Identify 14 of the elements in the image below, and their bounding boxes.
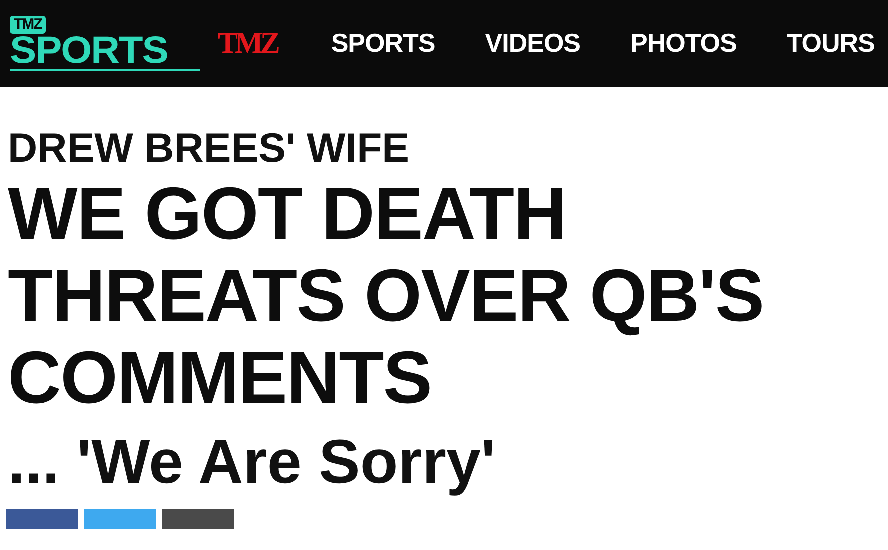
nav-link[interactable]: VIDEOS (485, 28, 581, 59)
nav-link[interactable]: PHOTOS (630, 28, 737, 59)
share-button[interactable] (162, 509, 234, 529)
logo-name: SPORTS (10, 34, 168, 68)
nav-link[interactable]: SPORTS (331, 28, 436, 59)
site-logo[interactable]: TMZ SPORTS (10, 16, 200, 71)
article-subhead: ... 'We Are Sorry' (8, 427, 497, 499)
nav-link[interactable]: TOURS (786, 28, 875, 59)
brand-link[interactable]: TMZ (218, 26, 278, 60)
article-kicker: DREW BREES' WIFE (8, 124, 411, 173)
share-button[interactable] (6, 509, 78, 529)
logo-badge: TMZ (10, 16, 46, 34)
article-headline: WE GOT DEATH THREATS OVER QB'S COMMENTS (8, 173, 765, 419)
share-button[interactable] (84, 509, 156, 529)
